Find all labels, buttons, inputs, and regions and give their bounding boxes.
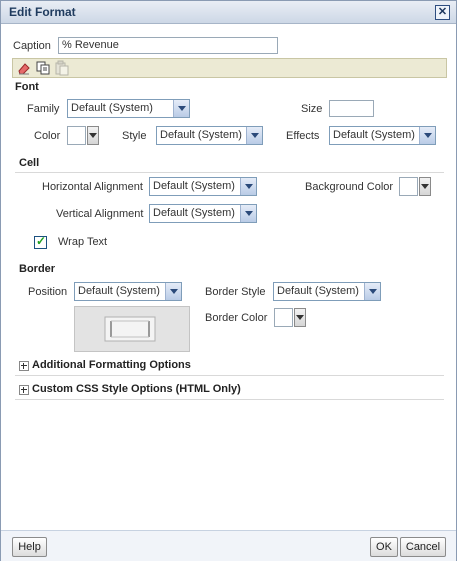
chevron-down-icon xyxy=(364,283,380,300)
background-color-picker[interactable] xyxy=(399,177,431,196)
background-color-label: Background Color xyxy=(305,181,394,193)
border-style-select[interactable]: Default (System) xyxy=(273,282,381,301)
caption-label: Caption xyxy=(13,40,51,52)
cancel-button[interactable]: Cancel xyxy=(400,537,446,557)
custom-css-style-options[interactable]: Custom CSS Style Options (HTML Only) xyxy=(32,383,241,395)
border-color-label: Border Color xyxy=(205,312,268,324)
effects-label: Effects xyxy=(286,130,320,142)
chevron-down-icon xyxy=(165,283,181,300)
chevron-down-icon[interactable] xyxy=(294,308,306,327)
eraser-icon[interactable] xyxy=(16,60,32,76)
family-label: Family xyxy=(27,103,60,115)
border-color-swatch[interactable] xyxy=(274,308,293,327)
dialog-title: Edit Format xyxy=(9,5,76,19)
chevron-down-icon xyxy=(240,205,256,222)
size-input[interactable] xyxy=(329,100,374,117)
family-select-value: Default (System) xyxy=(71,102,153,114)
size-label: Size xyxy=(301,103,323,115)
color-label: Color xyxy=(34,130,61,142)
wrap-text-checkbox[interactable] xyxy=(34,234,47,249)
style-select[interactable]: Default (System) xyxy=(156,126,263,145)
close-icon[interactable]: ✕ xyxy=(435,5,450,20)
font-color-swatch[interactable] xyxy=(67,126,86,145)
chevron-down-icon xyxy=(173,100,189,117)
ok-button[interactable]: OK xyxy=(370,537,398,557)
family-select[interactable]: Default (System) xyxy=(67,99,190,118)
font-section-title: Font xyxy=(15,81,39,93)
valign-select-value: Default (System) xyxy=(153,207,235,219)
wrap-text-label: Wrap Text xyxy=(58,236,108,248)
chevron-down-icon[interactable] xyxy=(419,177,431,196)
expand-plus-icon[interactable] xyxy=(19,361,29,371)
valign-label: Vertical Alignment xyxy=(56,208,144,220)
border-style-label: Border Style xyxy=(205,286,266,298)
border-position-label: Position xyxy=(28,286,68,298)
copy-icon[interactable] xyxy=(35,60,51,76)
caption-input[interactable]: % Revenue xyxy=(58,37,278,54)
effects-select[interactable]: Default (System) xyxy=(329,126,436,145)
halign-label: Horizontal Alignment xyxy=(42,181,143,193)
border-position-select[interactable]: Default (System) xyxy=(74,282,182,301)
dialog-titlebar: Edit Format ✕ xyxy=(1,1,456,24)
border-section-title: Border xyxy=(19,263,56,275)
edit-format-dialog: Edit Format ✕ Caption % Revenue Font Fam… xyxy=(0,0,457,561)
halign-select-value: Default (System) xyxy=(153,180,235,192)
cell-section-title: Cell xyxy=(19,157,40,169)
halign-select[interactable]: Default (System) xyxy=(149,177,257,196)
chevron-down-icon[interactable] xyxy=(87,126,99,145)
font-color-picker[interactable] xyxy=(67,126,99,145)
caption-toolbar xyxy=(12,58,447,78)
chevron-down-icon xyxy=(240,178,256,195)
style-label: Style xyxy=(122,130,147,142)
effects-select-value: Default (System) xyxy=(333,129,415,141)
css-divider xyxy=(15,399,444,400)
valign-select[interactable]: Default (System) xyxy=(149,204,257,223)
border-preview[interactable] xyxy=(74,306,190,352)
border-color-picker[interactable] xyxy=(274,308,306,327)
background-color-swatch[interactable] xyxy=(399,177,418,196)
border-style-value: Default (System) xyxy=(277,285,359,297)
chevron-down-icon xyxy=(246,127,262,144)
dialog-footer: Help OK Cancel xyxy=(1,530,456,561)
paste-icon[interactable] xyxy=(54,60,70,76)
style-select-value: Default (System) xyxy=(160,129,242,141)
chevron-down-icon xyxy=(419,127,435,144)
border-position-value: Default (System) xyxy=(78,285,160,297)
expand-plus-icon[interactable] xyxy=(19,385,29,395)
cell-divider xyxy=(15,172,444,173)
additional-formatting-options[interactable]: Additional Formatting Options xyxy=(32,359,191,371)
help-button[interactable]: Help xyxy=(12,537,47,557)
additional-divider xyxy=(15,375,444,376)
